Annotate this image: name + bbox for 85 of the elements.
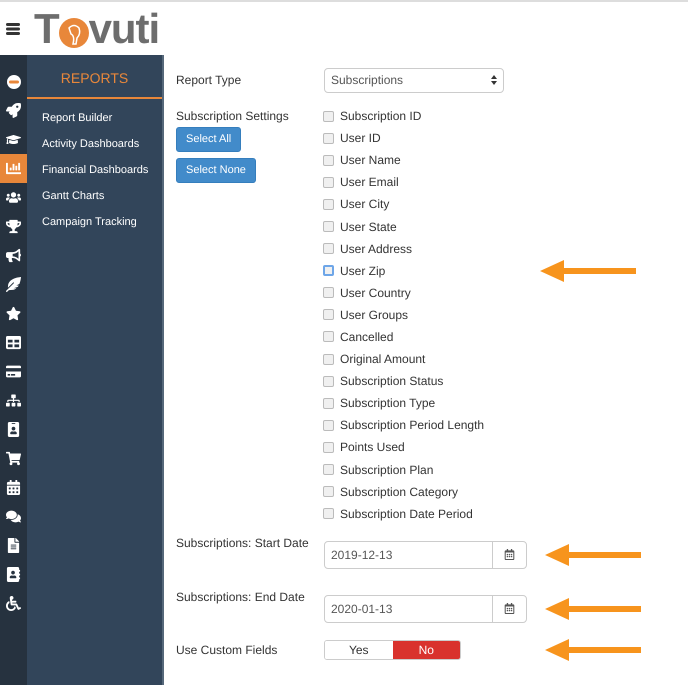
table-icon bbox=[6, 335, 21, 350]
menu-item[interactable]: Gantt Charts bbox=[27, 183, 162, 209]
users-icon bbox=[6, 190, 21, 205]
menu-item[interactable]: Report Builder bbox=[27, 105, 162, 131]
document-icon bbox=[6, 538, 21, 553]
checkbox-label: User ID bbox=[340, 130, 382, 148]
logo: T vuti bbox=[34, 8, 160, 50]
calendar-icon bbox=[504, 549, 515, 560]
menu-item[interactable]: Campaign Tracking bbox=[27, 209, 162, 235]
checkbox[interactable] bbox=[323, 420, 334, 431]
checkbox-label: Subscription Category bbox=[340, 484, 460, 501]
graduation-cap-icon bbox=[6, 132, 21, 147]
checkbox-label: User Zip bbox=[340, 262, 386, 280]
arrow-icon bbox=[540, 260, 636, 282]
field-label: Use Custom Fields bbox=[176, 642, 278, 659]
checkbox[interactable] bbox=[323, 309, 334, 320]
checkbox[interactable] bbox=[323, 287, 334, 298]
field-label: Report Type bbox=[176, 72, 242, 89]
sort-arrows-icon bbox=[491, 75, 497, 85]
checkbox[interactable] bbox=[323, 442, 334, 453]
cart-icon bbox=[6, 451, 21, 466]
checkbox-label: User City bbox=[340, 196, 390, 214]
star-icon bbox=[6, 306, 21, 321]
checkbox-label: Original Amount bbox=[340, 351, 426, 368]
checkbox[interactable] bbox=[323, 398, 334, 409]
checkbox[interactable] bbox=[323, 354, 334, 365]
checkbox[interactable] bbox=[323, 132, 334, 144]
field-label: Subscriptions: Start Date bbox=[176, 534, 310, 551]
checkbox-label: Cancelled bbox=[340, 328, 394, 346]
checkbox[interactable] bbox=[323, 508, 334, 520]
checkbox[interactable] bbox=[323, 376, 334, 387]
checkbox[interactable] bbox=[323, 464, 334, 476]
arrow-icon bbox=[545, 544, 641, 566]
checkbox-label: User Country bbox=[340, 284, 412, 302]
field-label: Subscription Settings bbox=[176, 108, 289, 125]
arrow-icon bbox=[545, 598, 641, 620]
checkbox-label: Subscription ID bbox=[340, 108, 422, 126]
date-field[interactable]: 2020-01-13 bbox=[324, 594, 527, 623]
checkbox-label: User Name bbox=[340, 152, 402, 170]
checkbox-label: User Email bbox=[340, 174, 400, 192]
checkbox[interactable] bbox=[323, 176, 334, 188]
chat-icon bbox=[6, 509, 21, 524]
checkbox-label: User Groups bbox=[340, 306, 410, 324]
menu-title: REPORTS bbox=[27, 55, 162, 99]
feather-icon bbox=[6, 277, 21, 292]
sitemap-icon bbox=[6, 393, 21, 408]
credit-card-icon bbox=[6, 364, 21, 379]
checkbox-label: User State bbox=[340, 218, 398, 236]
field-label: Subscriptions: End Date bbox=[176, 588, 306, 605]
report-type-select[interactable]: Subscriptions bbox=[324, 68, 504, 92]
toggle-option[interactable]: No bbox=[392, 640, 460, 659]
wheelchair-icon bbox=[6, 596, 21, 611]
menu-icon[interactable] bbox=[6, 22, 20, 36]
checkbox-label: Subscription Status bbox=[340, 373, 444, 390]
checkbox[interactable] bbox=[323, 110, 334, 122]
select-button[interactable]: Select None bbox=[176, 158, 256, 183]
checkbox[interactable] bbox=[323, 221, 334, 232]
arrow-icon bbox=[545, 638, 641, 661]
rocket-icon bbox=[6, 103, 21, 118]
checkbox-label: Points Used bbox=[340, 439, 406, 456]
calendar-icon bbox=[6, 480, 21, 495]
date-value: 2020-01-13 bbox=[330, 600, 394, 618]
calendar-icon bbox=[504, 603, 515, 614]
checkbox[interactable] bbox=[323, 243, 334, 254]
menu-item[interactable]: Activity Dashboards bbox=[27, 131, 162, 157]
checkbox-label: Subscription Period Length bbox=[340, 417, 486, 434]
checkbox[interactable] bbox=[323, 331, 334, 342]
checkbox-label: Subscription Date Period bbox=[340, 506, 474, 523]
bar-chart-icon bbox=[6, 161, 21, 176]
menu-item[interactable]: Financial Dashboards bbox=[27, 157, 162, 183]
checkbox[interactable] bbox=[323, 198, 334, 210]
checkbox[interactable] bbox=[323, 486, 334, 498]
checkbox-label: Subscription Type bbox=[340, 395, 436, 412]
date-field[interactable]: 2019-12-13 bbox=[324, 540, 527, 569]
checkbox-label: User Address bbox=[340, 240, 414, 258]
date-value: 2019-12-13 bbox=[330, 546, 394, 564]
mask-icon bbox=[6, 74, 22, 90]
checkbox[interactable] bbox=[323, 265, 334, 276]
checkbox-label: Subscription Plan bbox=[340, 462, 434, 479]
checkbox[interactable] bbox=[323, 154, 334, 166]
trophy-icon bbox=[6, 219, 21, 234]
id-badge-icon bbox=[6, 422, 21, 437]
address-book-icon bbox=[6, 567, 21, 582]
megaphone-icon bbox=[6, 248, 21, 263]
select-button[interactable]: Select All bbox=[176, 127, 242, 152]
